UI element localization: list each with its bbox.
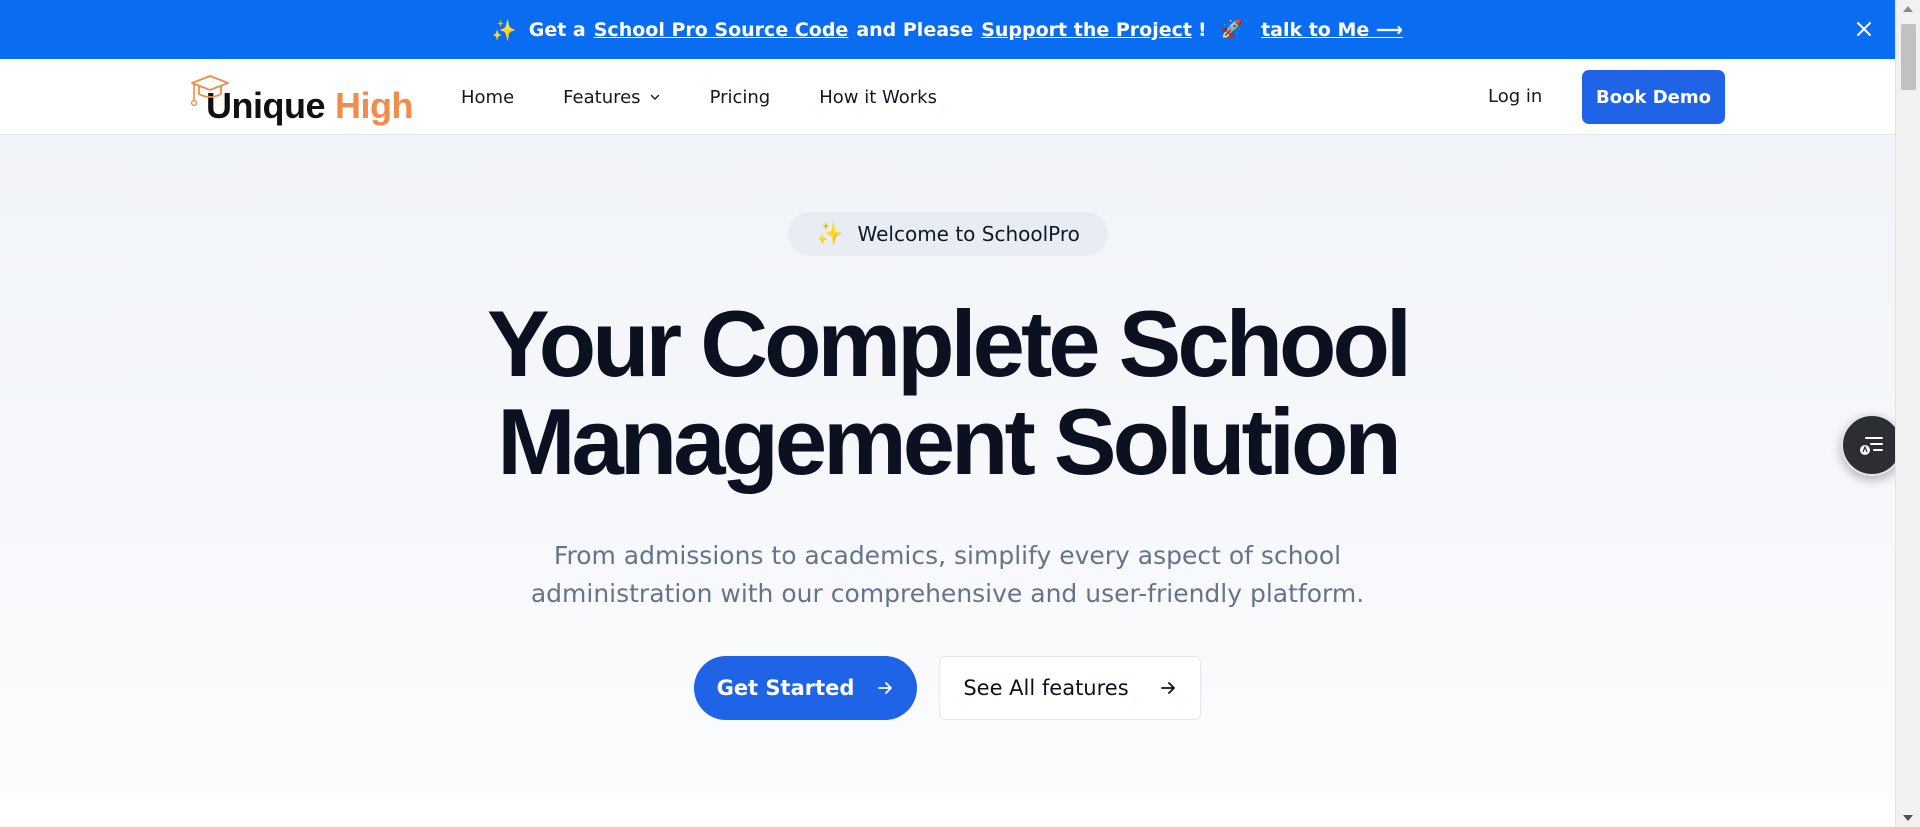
welcome-badge: ✨ Welcome to SchoolPro [788,212,1108,256]
nav-pricing[interactable]: Pricing [710,87,771,108]
see-all-features-button[interactable]: See All features [939,656,1201,720]
announcement-exclamation: ! [1197,18,1207,41]
reader-list-icon [1860,437,1883,455]
nav-how-it-works-label: How it Works [819,86,937,108]
logo[interactable]: Unique High [186,71,413,127]
sparkle-icon: ✨ [816,221,844,247]
floating-reader-widget[interactable] [1841,414,1903,476]
announcement-middle: and Please [856,18,974,41]
hero-subtext: From admissions to academics, simplify e… [0,537,1895,613]
announcement-prefix: Get a [528,18,586,41]
hero-subtext-line-1: From admissions to academics, simplify e… [553,541,1342,570]
hero-subtext-line-2: administration with our comprehensive an… [530,579,1365,608]
book-demo-button[interactable]: Book Demo [1582,70,1725,124]
support-project-link[interactable]: Support the Project [981,19,1192,41]
scroll-down-arrow-icon[interactable] [1903,815,1913,821]
scroll-up-arrow-icon[interactable] [1903,6,1913,12]
scrollbar-thumb[interactable] [1901,24,1916,90]
site-header: Unique High Home Features Pricing How it… [0,59,1895,135]
arrow-right-icon [1160,682,1175,694]
hero-section: ✨ Welcome to SchoolPro Your Complete Sch… [0,135,1895,798]
hero-headline-line-2: Management Solution [497,389,1402,494]
login-link[interactable]: Log in [1488,86,1542,107]
nav-pricing-label: Pricing [709,86,771,108]
chevron-down-icon [650,94,659,100]
nav-features-label: Features [563,86,641,108]
hero-headline-line-1: Your Complete School [487,291,1412,396]
hero-headline: Your Complete School Management Solution [0,295,1895,491]
close-announcement-button[interactable] [1851,16,1877,42]
page-scrollbar[interactable] [1895,0,1920,827]
see-all-features-label: See All features [963,676,1129,700]
next-section-edge [0,798,1895,827]
get-started-button[interactable]: Get Started [694,656,917,720]
logo-word-2: High [335,85,413,126]
nav-home-label: Home [461,86,515,108]
close-icon [1857,22,1871,36]
graduation-cap-icon [190,75,229,107]
announcement-content: ✨ Get a School Pro Source Code and Pleas… [492,18,1403,42]
get-started-label: Get Started [716,676,855,700]
source-code-link[interactable]: School Pro Source Code [594,19,849,41]
welcome-badge-label: Welcome to SchoolPro [857,222,1080,246]
announcement-bar: ✨ Get a School Pro Source Code and Pleas… [0,0,1895,59]
main-nav: Home Features Pricing How it Works [461,59,937,135]
book-demo-label: Book Demo [1596,86,1711,108]
nav-features[interactable]: Features [563,87,660,108]
rocket-icon: 🚀 [1220,19,1244,40]
nav-home[interactable]: Home [461,87,514,108]
talk-to-me-link[interactable]: talk to Me ⟶ [1261,19,1403,41]
nav-how-it-works[interactable]: How it Works [819,87,937,108]
sparkle-icon: ✨ [491,17,517,42]
arrow-right-icon [878,682,893,694]
